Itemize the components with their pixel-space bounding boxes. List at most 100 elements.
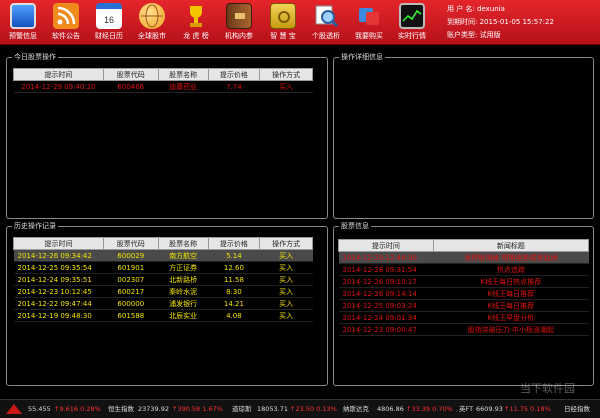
table-row[interactable]: 2014-12-26 09:10:17 K线王每日热点推荐 bbox=[338, 275, 589, 288]
username-value: dexunia bbox=[477, 5, 505, 13]
table-row[interactable]: 2014-12-29 12:46:30 涨停板揭秘 短期涨势或将延续 bbox=[338, 251, 589, 264]
table-row[interactable]: 2014-12-24 09:01:34 K线王早盘分析 bbox=[338, 311, 589, 324]
cell-headline: K线王每日推荐 bbox=[433, 299, 589, 312]
cell-time: 2014-12-26 09:34:42 bbox=[13, 249, 104, 262]
cell-time: 2014-12-26 09:14:14 bbox=[338, 287, 434, 300]
cell-code: 002307 bbox=[103, 273, 159, 286]
account-info: 用 户 名: dexunia 到期时间: 2015-01-05 15:57:22… bbox=[447, 3, 597, 42]
column-header[interactable]: 提示时间 bbox=[13, 68, 104, 81]
column-header[interactable]: 操作方式 bbox=[259, 237, 313, 250]
cell-time: 2014-12-25 09:35:54 bbox=[13, 261, 104, 274]
toolbar-announcement-button[interactable]: 软件公告 bbox=[44, 2, 88, 43]
toolbar-label: 我要购买 bbox=[355, 32, 383, 40]
panel-title: 股票信息 bbox=[339, 222, 371, 231]
globe-icon bbox=[139, 3, 165, 29]
column-header[interactable]: 提示时间 bbox=[338, 239, 434, 252]
cell-time: 2014-12-23 10:12:45 bbox=[13, 285, 104, 298]
ticker-change: ↑9.616 0.28% bbox=[54, 405, 101, 413]
account-type-label: 账户类型: bbox=[447, 31, 478, 39]
column-header[interactable]: 股票代码 bbox=[102, 68, 159, 81]
table-row[interactable]: 2014-12-26 09:14:14 K线王每日推荐 bbox=[338, 287, 589, 300]
toolbar-label: 实时行情 bbox=[398, 32, 426, 40]
panel-title: 操作详细信息 bbox=[339, 53, 385, 62]
toolbar-dragon-tiger-button[interactable]: 龙 虎 榜 bbox=[174, 2, 218, 43]
cell-name: 北新路桥 bbox=[158, 273, 209, 286]
table-row[interactable]: 2014-12-26 09:34:42 600029 南方航空 5.14 买入 bbox=[13, 249, 313, 262]
table-row[interactable]: 2014-12-29 09:40:20 600466 迪康药业 7.74 买入 bbox=[13, 80, 313, 93]
table-row[interactable]: 2014-12-19 09:48:30 601588 北辰实业 4.08 买入 bbox=[13, 309, 313, 322]
ticker-change: ↑390.58 1.67% bbox=[172, 405, 223, 413]
ticker-index-name: 英FT bbox=[459, 405, 474, 413]
toolbar-label: 全球股市 bbox=[138, 32, 166, 40]
cell-action: 买入 bbox=[259, 285, 313, 298]
table-row[interactable]: 2014-12-24 09:35:51 002307 北新路桥 11.58 买入 bbox=[13, 273, 313, 286]
ticker-value: 55.455 bbox=[28, 405, 51, 413]
table-row[interactable]: 2014-12-23 09:00:47 股指突破压力 中小板涨潮起 bbox=[338, 323, 589, 336]
column-header[interactable]: 提示时间 bbox=[13, 237, 104, 250]
cell-price: 11.58 bbox=[208, 273, 260, 286]
cell-price: 12.60 bbox=[208, 261, 260, 274]
cell-price: 8.30 bbox=[208, 285, 260, 298]
ticker-index-name: 日经指数 bbox=[564, 405, 590, 413]
cell-name: 南方航空 bbox=[158, 249, 209, 262]
column-header[interactable]: 提示价格 bbox=[207, 237, 261, 250]
toolbar-calendar-button[interactable]: 16 财经日历 bbox=[87, 2, 131, 43]
table-row[interactable]: 2014-12-25 09:03:24 K线王每日推荐 bbox=[338, 299, 589, 312]
ticker-change: ↑11.75 0.18% bbox=[504, 405, 551, 413]
toolbar-wisdom-button[interactable]: 智 慧 宝 bbox=[261, 2, 305, 43]
cell-headline: 股指突破压力 中小板涨潮起 bbox=[433, 323, 589, 336]
column-header[interactable]: 新闻标题 bbox=[432, 239, 590, 252]
cell-action: 买入 bbox=[259, 309, 313, 322]
monitor-icon bbox=[10, 3, 36, 29]
calendar-icon: 16 bbox=[96, 3, 122, 29]
column-header[interactable]: 操作方式 bbox=[259, 68, 313, 81]
cell-name: 秦岭水泥 bbox=[158, 285, 209, 298]
toolbar-global-market-button[interactable]: 全球股市 bbox=[130, 2, 174, 43]
cell-code: 600466 bbox=[103, 80, 159, 93]
cell-headline: 涨停板揭秘 短期涨势或将延续 bbox=[433, 251, 589, 264]
toolbar-realtime-button[interactable]: 实时行情 bbox=[390, 2, 434, 43]
ticker-index-name: 恒生指数 bbox=[108, 405, 134, 413]
svg-text:16: 16 bbox=[104, 15, 114, 25]
table-row[interactable]: 2014-12-28 09:31:54 热点追踪 bbox=[338, 263, 589, 276]
cell-time: 2014-12-26 09:10:17 bbox=[338, 275, 434, 288]
ticker-change: ↑33.39 0.70% bbox=[406, 405, 453, 413]
account-type-value: 试用版 bbox=[479, 31, 501, 39]
table-row[interactable]: 2014-12-25 09:35:54 601901 方正证券 12.60 买入 bbox=[13, 261, 313, 274]
magnifier-icon bbox=[313, 3, 339, 29]
cell-time: 2014-12-19 09:48:30 bbox=[13, 309, 104, 322]
cell-action: 买入 bbox=[259, 273, 313, 286]
table-row[interactable]: 2014-12-22 09:47:44 600000 浦发银行 14.21 买入 bbox=[13, 297, 313, 310]
cell-price: 5.14 bbox=[208, 249, 260, 262]
today-ops-table: 提示时间 股票代码 股票名称 提示价格 操作方式 2014-12-29 09:4… bbox=[13, 68, 313, 93]
column-header[interactable]: 股票名称 bbox=[157, 237, 209, 250]
cell-time: 2014-12-29 12:46:30 bbox=[338, 251, 434, 264]
news-table: 提示时间 新闻标题 2014-12-29 12:46:30 涨停板揭秘 短期涨势… bbox=[338, 239, 590, 336]
toolbar-label: 龙 虎 榜 bbox=[183, 32, 209, 40]
column-header[interactable]: 股票名称 bbox=[157, 68, 209, 81]
expire-label: 到期时间: bbox=[447, 18, 478, 26]
column-header[interactable]: 股票代码 bbox=[102, 237, 159, 250]
history-panel: 历史操作记录 提示时间 股票代码 股票名称 提示价格 操作方式 2014-12-… bbox=[6, 222, 328, 386]
column-header[interactable]: 提示价格 bbox=[207, 68, 261, 81]
cell-headline: K线王每日热点推荐 bbox=[433, 275, 589, 288]
table-row[interactable]: 2014-12-23 10:12:45 600217 秦岭水泥 8.30 买入 bbox=[13, 285, 313, 298]
ticker-value: 23739.92 bbox=[138, 405, 170, 413]
ticker-value: 6609.93 bbox=[476, 405, 503, 413]
realtime-screen-icon bbox=[399, 3, 425, 29]
username-label: 用 户 名: bbox=[447, 5, 475, 13]
cell-action: 买入 bbox=[259, 297, 313, 310]
ticker-index-name: 纳斯达克 bbox=[343, 405, 369, 413]
toolbar-buy-button[interactable]: 我要购买 bbox=[347, 2, 391, 43]
toolbar-institution-button[interactable]: 机构内参 bbox=[217, 2, 261, 43]
toolbar-stock-analysis-button[interactable]: 个股透析 bbox=[304, 2, 348, 43]
toolbar-warning-button[interactable]: 预警信息 bbox=[1, 2, 45, 43]
cell-headline: K线王每日推荐 bbox=[433, 287, 589, 300]
cell-price: 7.74 bbox=[208, 80, 260, 93]
cell-code: 600217 bbox=[103, 285, 159, 298]
ticker-logo-icon bbox=[4, 402, 24, 418]
stock-info-panel: 股票信息 提示时间 新闻标题 2014-12-29 12:46:30 涨停板揭秘… bbox=[333, 222, 594, 386]
expire-value: 2015-01-05 15:57:22 bbox=[479, 18, 554, 26]
cell-time: 2014-12-24 09:01:34 bbox=[338, 311, 434, 324]
cell-time: 2014-12-29 09:40:20 bbox=[13, 80, 104, 93]
